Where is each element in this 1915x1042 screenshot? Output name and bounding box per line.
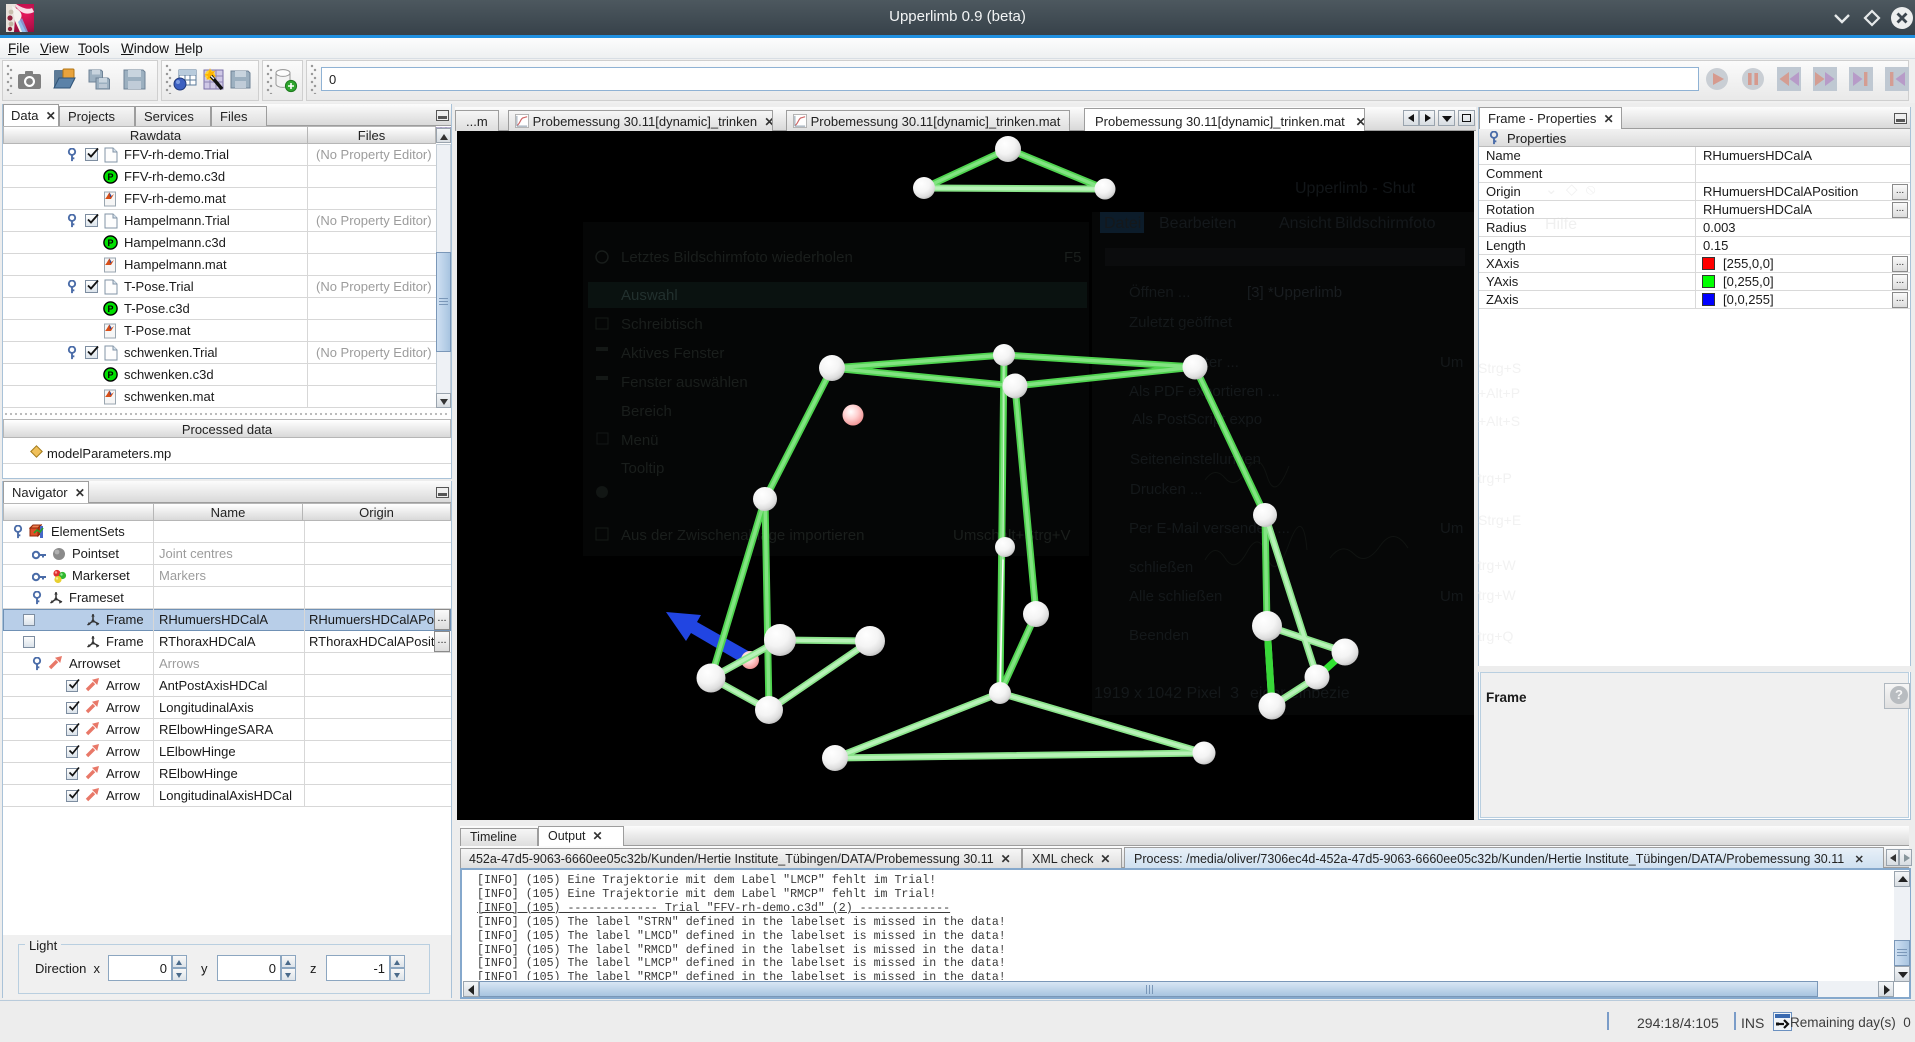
svg-text:Auswahl: Auswahl xyxy=(621,287,678,304)
svg-text:1919 x 1042 Pixel 3: 1919 x 1042 Pixel 3 xyxy=(1094,685,1239,702)
svg-text:Um: Um xyxy=(1440,588,1463,605)
svg-text:Schreibtisch: Schreibtisch xyxy=(621,316,703,333)
svg-text:Letztes Bildschirmfoto wiederh: Letztes Bildschirmfoto wiederholen xyxy=(621,249,853,266)
svg-text:Bereich: Bereich xyxy=(621,403,672,420)
svg-text:schließen: schließen xyxy=(1129,559,1193,576)
svg-text:Upperlimb - Shut: Upperlimb - Shut xyxy=(1295,180,1416,197)
svg-text:Ansicht: Ansicht xyxy=(1279,215,1332,232)
svg-text:Datei: Datei xyxy=(1104,215,1141,232)
svg-text:Drucken ...: Drucken ... xyxy=(1130,481,1203,498)
svg-text:F5: F5 xyxy=(1064,249,1082,266)
svg-text:Bearbeiten: Bearbeiten xyxy=(1159,215,1236,232)
svg-text:Öffnen ...: Öffnen ... xyxy=(1129,283,1190,301)
svg-text:Zuletzt geöffnet: Zuletzt geöffnet xyxy=(1129,314,1233,331)
svg-text:Aktives Fenster: Aktives Fenster xyxy=(621,345,724,362)
svg-text:Menü: Menü xyxy=(621,432,659,449)
svg-text:Alle schließen: Alle schließen xyxy=(1129,588,1222,605)
svg-text:Um: Um xyxy=(1440,520,1463,537)
svg-text:Um: Um xyxy=(1440,354,1463,371)
svg-text:Beenden: Beenden xyxy=(1129,627,1189,644)
svg-text:Aus der Zwischenablage importi: Aus der Zwischenablage importieren xyxy=(621,527,864,544)
svg-text:Bildschirmfoto: Bildschirmfoto xyxy=(1335,215,1436,232)
svg-text:Tooltip: Tooltip xyxy=(621,460,664,477)
svg-text:Als PostScript expo: Als PostScript expo xyxy=(1132,411,1262,428)
svg-text:Fenster auswählen: Fenster auswählen xyxy=(621,374,748,391)
svg-text:[3] *Upperlimb: [3] *Upperlimb xyxy=(1247,284,1342,301)
